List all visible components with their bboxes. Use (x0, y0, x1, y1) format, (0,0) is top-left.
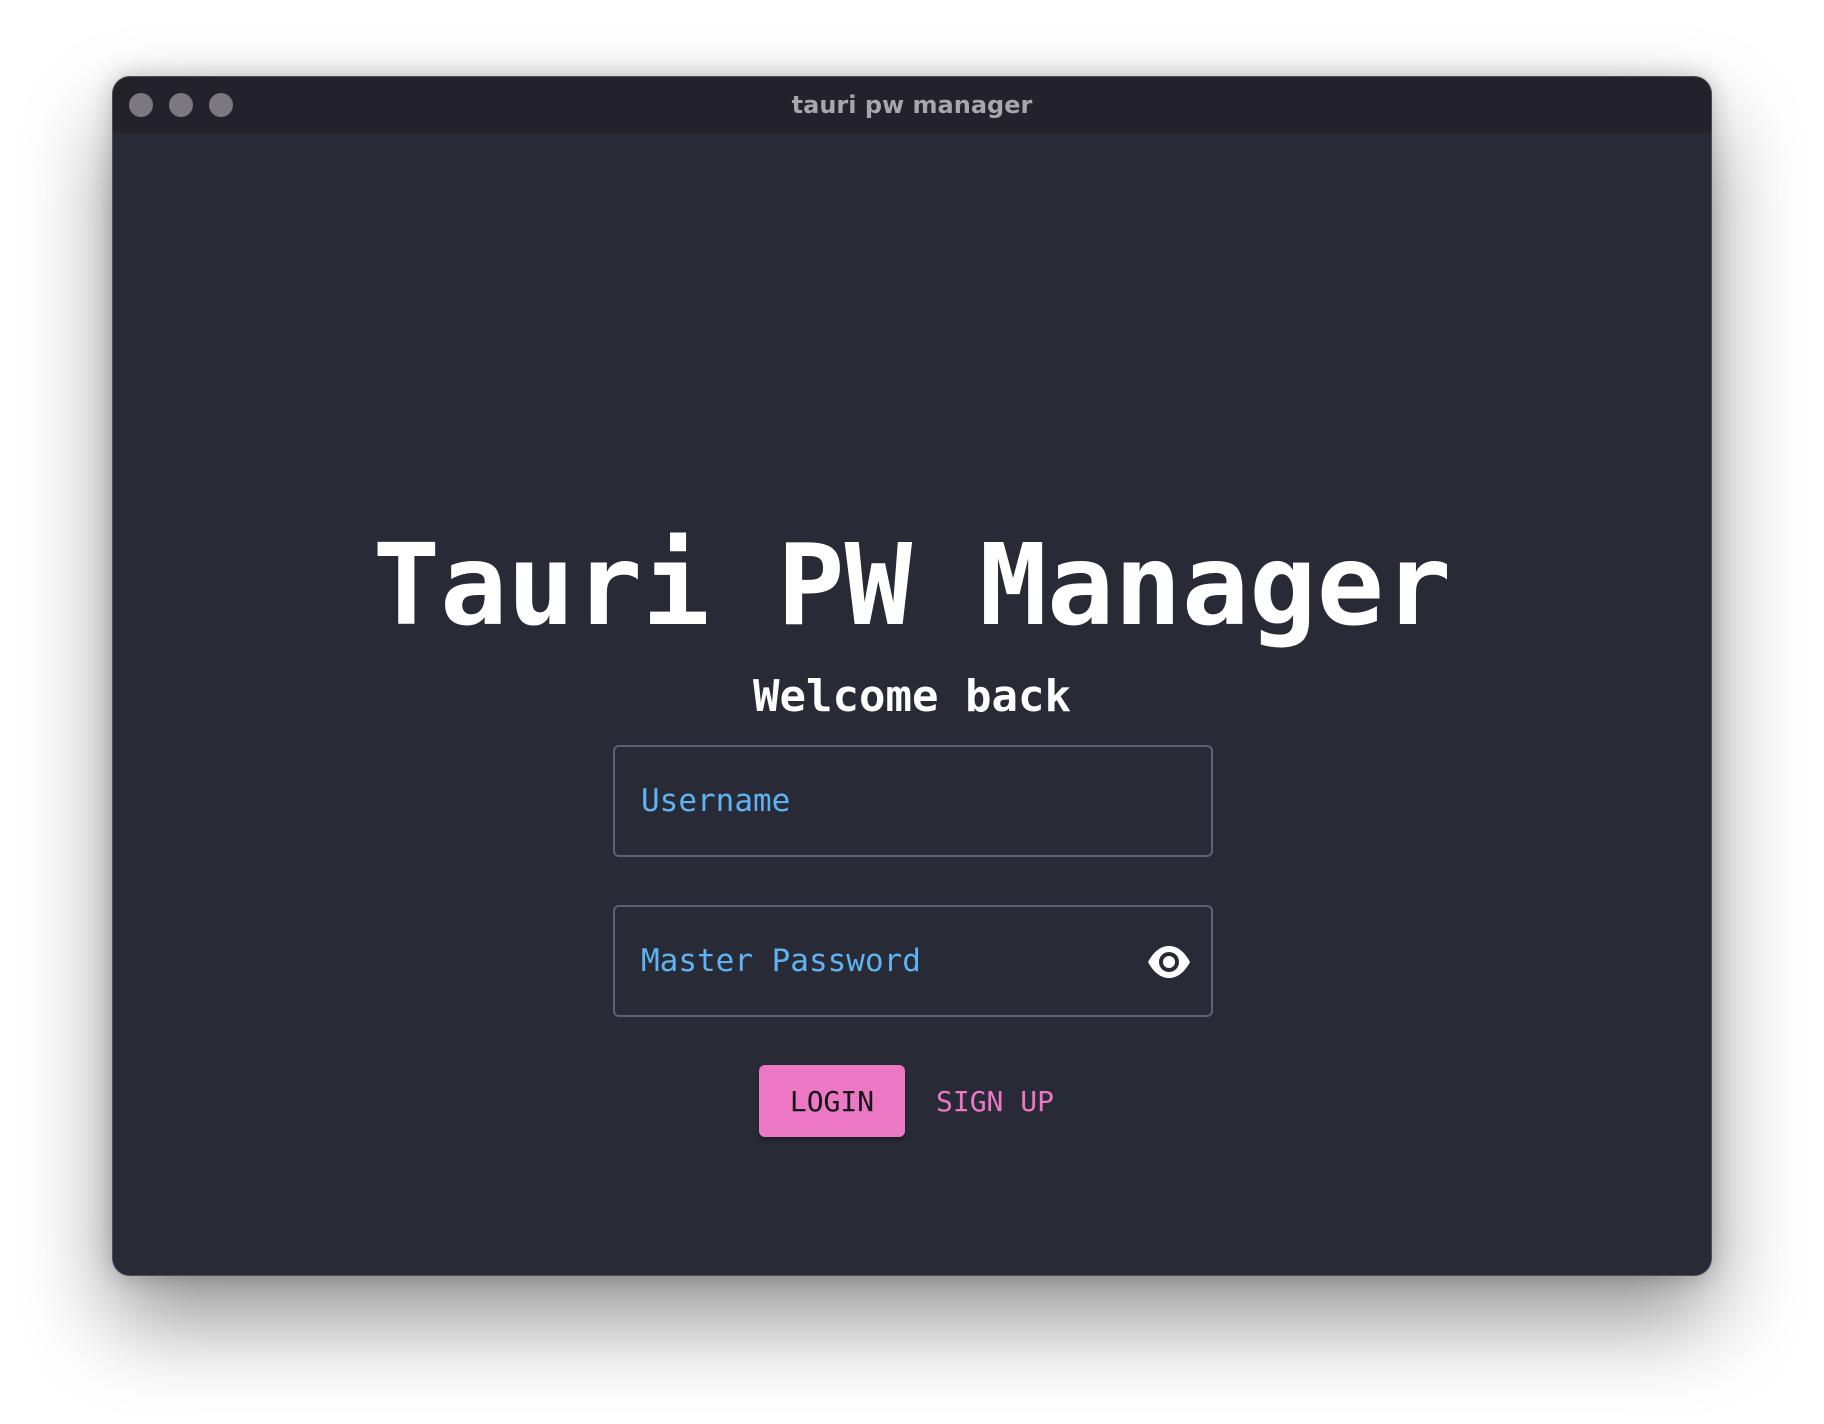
username-input[interactable] (641, 747, 1121, 855)
master-password-field[interactable] (613, 905, 1213, 1017)
login-button[interactable]: LOGIN (759, 1065, 905, 1137)
master-password-input[interactable] (641, 907, 1121, 1015)
title-bar[interactable]: tauri pw manager (113, 77, 1711, 133)
eye-icon[interactable] (1145, 938, 1193, 986)
login-screen: Tauri PW Manager Welcome back LOGIN SIGN… (113, 133, 1711, 1275)
username-field[interactable] (613, 745, 1213, 857)
window-title: tauri pw manager (791, 91, 1033, 119)
app-title: Tauri PW Manager (372, 521, 1452, 652)
sign-up-button[interactable]: SIGN UP (925, 1065, 1065, 1137)
welcome-subtitle: Welcome back (753, 670, 1071, 722)
app-window: tauri pw manager Tauri PW Manager Welcom… (112, 76, 1712, 1276)
